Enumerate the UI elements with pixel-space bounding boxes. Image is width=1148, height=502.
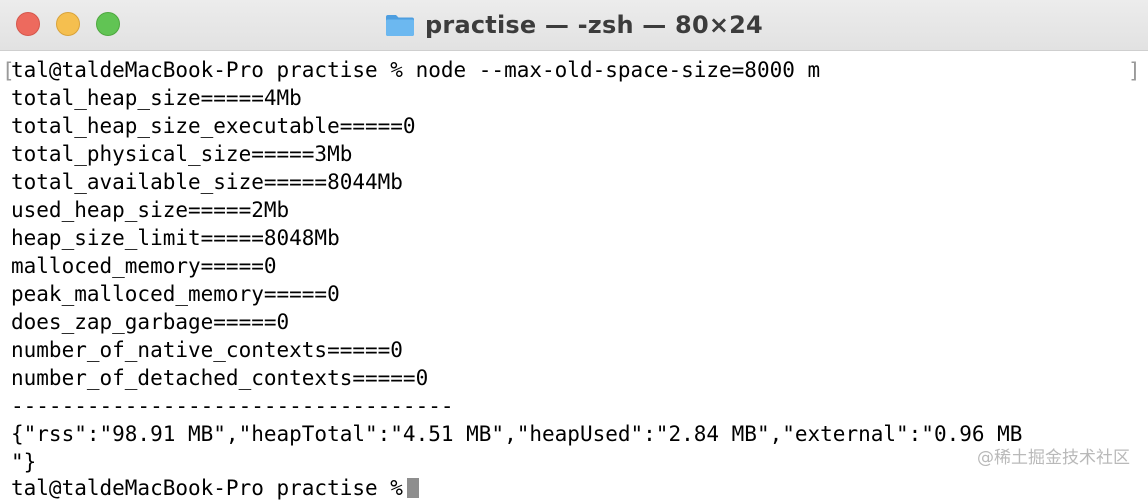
output-line: malloced_memory=====0 [11,254,277,278]
window-title: practise — -zsh — 80×24 [425,11,763,39]
title-bar: practise — -zsh — 80×24 [0,0,1148,51]
folder-icon [385,13,415,37]
prompt-text: tal@taldeMacBook-Pro practise % [11,476,403,500]
output-line: heap_size_limit=====8048Mb [11,226,340,250]
separator-line: ----------------------------------- [11,394,454,418]
mark-right-bracket: ] [1128,59,1141,83]
output-line: peak_malloced_memory=====0 [11,282,340,306]
window-title-area: practise — -zsh — 80×24 [0,0,1148,50]
output-line: "} [11,450,37,474]
output-line: does_zap_garbage=====0 [11,310,290,334]
output-line: number_of_detached_contexts=====0 [11,366,429,390]
watermark: @稀土掘金技术社区 [977,448,1130,468]
text-cursor [406,478,419,498]
output-line: used_heap_size=====2Mb [11,198,290,222]
output-line: number_of_native_contexts=====0 [11,338,403,362]
output-line: total_available_size=====8044Mb [11,170,403,194]
output-line: {"rss":"98.91 MB","heapTotal":"4.51 MB",… [11,422,1023,446]
prompt-line[interactable]: tal@taldeMacBook-Pro practise % [11,474,419,502]
output-line: total_physical_size=====3Mb [11,142,353,166]
output-line: total_heap_size_executable=====0 [11,114,416,138]
output-line: total_heap_size=====4Mb [11,86,302,110]
terminal-output[interactable]: [ ] tal@taldeMacBook-Pro practise % node… [0,51,1148,500]
command-line: tal@taldeMacBook-Pro practise % node --m… [11,58,821,82]
